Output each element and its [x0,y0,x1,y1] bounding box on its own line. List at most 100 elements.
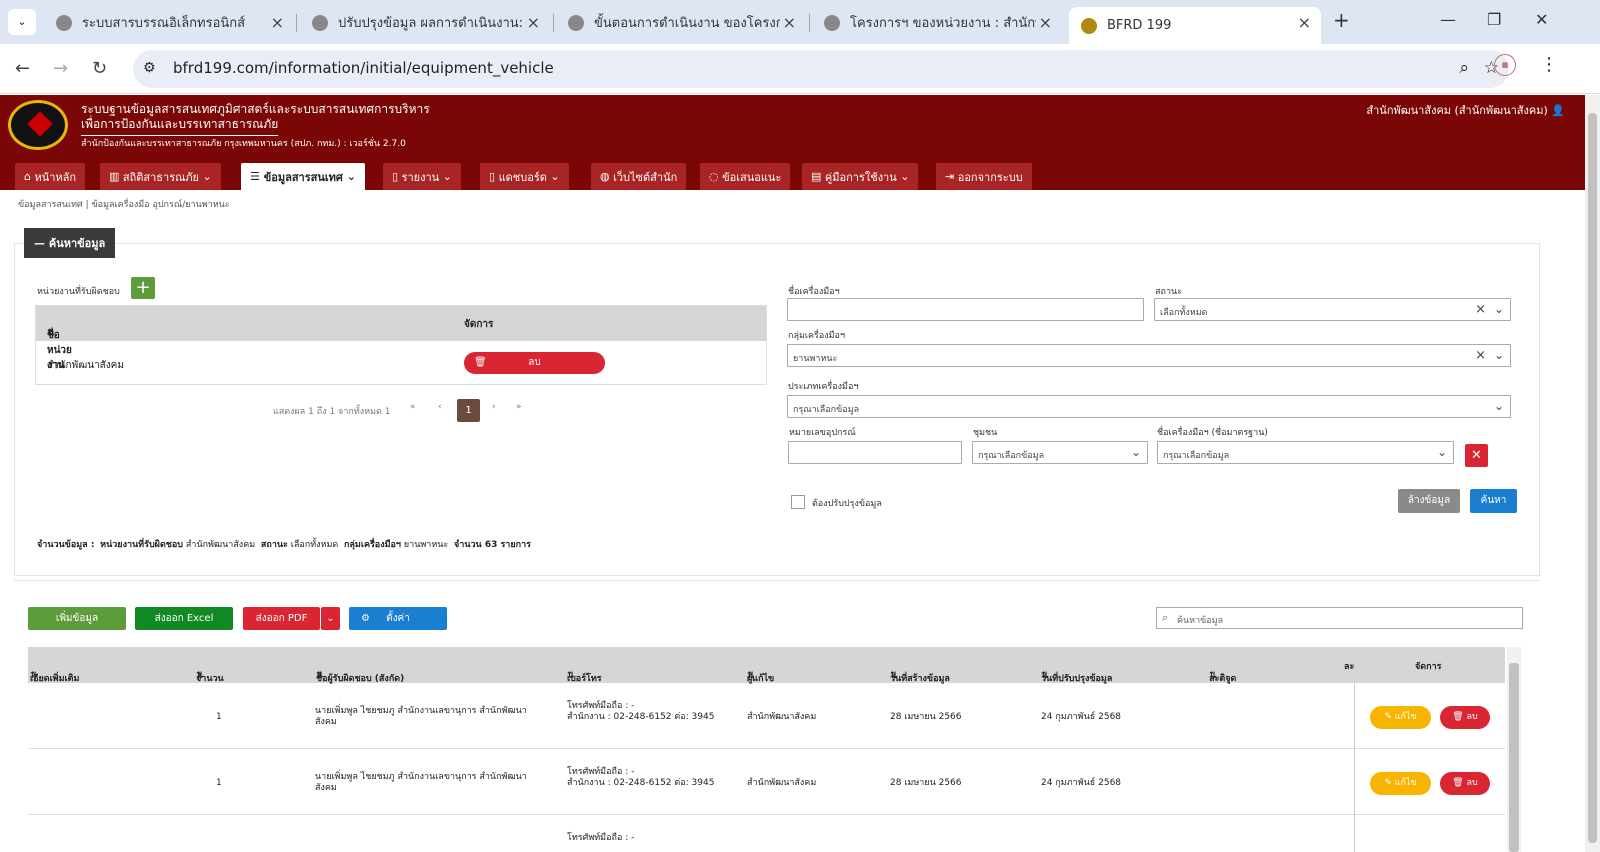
department-logo[interactable] [8,100,68,150]
url-text[interactable]: bfrd199.com/information/initial/equipmen… [173,59,554,77]
device-no-label: หมายเลขอุปกรณ์ [789,428,856,438]
delete-unit-button[interactable]: 🗑 ลบ [464,352,605,374]
export-excel-button[interactable]: ส่งออก Excel [135,607,233,630]
site-title-line2: เพื่อการป้องกันและบรรเทาสาธารณภัย [81,115,279,136]
delete-button[interactable]: 🗑 ลบ [1440,706,1490,729]
menu-feedback[interactable]: ◌ ข้อเสนอแนะ [700,163,791,190]
add-data-button[interactable]: เพิ่มข้อมูล [28,607,126,630]
browser-tab[interactable]: ระบบสารบรรณอิเล็กทรอนิกส์ × [44,7,294,38]
close-tab-icon[interactable]: × [783,13,796,32]
tab-separator [296,14,297,32]
tab-separator [809,14,810,32]
user-info[interactable]: สำนักพัฒนาสังคม (สำนักพัฒนาสังคม) 👤 [1366,101,1565,119]
url-omnibox[interactable]: ⚙ bfrd199.com/information/initial/equipm… [133,50,1509,88]
forward-icon[interactable]: → [53,58,68,79]
breadcrumb: ข้อมูลสารสนเทศ | ข้อมูลเครื่องมือ อุปกรณ… [18,200,230,210]
tool-name-input[interactable] [787,298,1144,321]
trash-icon: 🗑 [1452,778,1467,788]
last-page-icon[interactable]: » [516,402,522,412]
globe-icon [824,14,840,31]
search-toggle-button[interactable]: — ค้นหาข้อมูล [24,228,116,258]
browser-tab[interactable]: ขั้นตอนการดำเนินงาน ของโครงการ:× [556,7,806,38]
pencil-icon: ✎ [1384,712,1395,722]
minus-icon: — [34,236,49,250]
chevron-down-icon: ⌄ [1493,348,1504,362]
edit-button[interactable]: ✎ แก้ไข [1370,706,1431,729]
browser-tab[interactable]: ปรับปรุงข้อมูล ผลการดำเนินงาน: × [300,7,550,38]
clear-icon[interactable]: × [1475,348,1486,363]
menu-website[interactable]: ◍ เว็บไซต์สำนัก [591,163,687,190]
settings-button[interactable]: ⚙ ตั้งค่า [349,607,447,630]
status-select[interactable]: เลือกทั้งหมด × ⌄ [1154,298,1511,321]
type-select[interactable]: กรุณาเลือกข้อมูล ⌄ [787,395,1511,418]
menu-information[interactable]: ☰ ข้อมูลสารสนเทศ ⌄ [241,163,365,190]
user-icon: 👤 [1551,104,1565,117]
col-longitude[interactable]: ละ [1344,659,1354,673]
table-search-input[interactable]: ⌕ ค้นหาข้อมูล [1156,607,1523,629]
close-tab-icon[interactable]: × [1039,13,1052,32]
menu-reports[interactable]: ▯ รายงาน ⌄ [383,163,461,190]
update-required-checkbox[interactable] [791,495,805,509]
group-select[interactable]: ยานพาหนะ × ⌄ [787,344,1511,367]
sort-icon: ⇅ [316,671,324,681]
page-1-button[interactable]: 1 [457,399,480,422]
add-unit-button[interactable]: + [131,277,155,299]
browser-menu-icon[interactable]: ⋮ [1540,54,1558,75]
close-tab-icon[interactable]: × [1298,13,1311,32]
remove-filter-button[interactable]: ✕ [1465,444,1488,467]
sort-icon: ⇅ [567,671,575,681]
back-icon[interactable]: ← [15,58,30,79]
prev-page-icon[interactable]: ‹ [438,402,442,412]
export-pdf-button[interactable]: ส่งออก PDF [243,607,320,630]
reload-icon[interactable]: ↻ [92,58,107,79]
chevron-down-icon: ⌄ [1493,399,1504,413]
unit-table: ชื่อหน่วยงาน ⇅ จัดการ สำนักพัฒนาสังคม 🗑 ล… [35,305,767,385]
table-scrollbar[interactable] [1507,647,1521,852]
table-row: 1 นายเพิ่มพูล ไชยชมภู สำนักงานเลขานุการ … [28,684,1505,749]
chevron-down-icon: ⌄ [342,170,356,183]
table-row: 1 นายเพิ่มพูล ไชยชมภู สำนักงานเลขานุการ … [28,750,1505,815]
new-tab-icon[interactable]: + [1333,8,1350,32]
minimize-icon[interactable]: — [1440,10,1456,29]
pager-info: แสดงผล 1 ถึง 1 จากทั้งหมด 1 [273,407,391,417]
sort-icon: ⇅ [196,671,204,681]
browser-tab-active[interactable]: BFRD 199 × [1069,7,1321,44]
col-manage: จัดการ [464,319,494,330]
std-name-select[interactable]: กรุณาเลือกข้อมูล ⌄ [1157,441,1454,464]
close-tab-icon[interactable]: × [271,13,284,32]
menu-statistics[interactable]: ▥ สถิติสาธารณภัย ⌄ [100,163,221,190]
menu-manual[interactable]: ▤ คู่มือการใช้งาน ⌄ [802,163,919,190]
std-name-label: ชื่อเครื่องมือฯ (ชื่อมาตรฐาน) [1157,428,1268,438]
sort-icon: ⇅ [30,671,38,681]
edit-button[interactable]: ✎ แก้ไข [1370,772,1431,795]
tab-separator [553,14,554,32]
chevron-down-icon: ⌄ [439,170,452,183]
first-page-icon[interactable]: « [410,402,416,412]
restore-icon[interactable]: ❐ [1487,10,1501,29]
menu-logout[interactable]: ⇥ ออกจากระบบ [936,163,1032,190]
site-info-icon[interactable]: ⚙ [143,60,156,76]
close-window-icon[interactable]: ✕ [1535,10,1548,29]
search-button[interactable]: ค้นหา [1470,489,1517,513]
page-scrollbar[interactable] [1585,95,1600,852]
file-icon: ▯ [489,170,499,183]
sort-icon: ⇅ [47,328,56,339]
pdf-dropdown-chevron-icon[interactable]: ⌄ [321,607,340,630]
site-header: ระบบฐานข้อมูลสารสนเทศภูมิศาสตร์และระบบสา… [0,95,1585,190]
tab-list-button[interactable]: ⌄ [8,9,36,35]
close-tab-icon[interactable]: × [527,13,540,32]
delete-button[interactable]: 🗑 ลบ [1440,772,1490,795]
file-icon: ▯ [392,170,402,183]
menu-dashboard[interactable]: ▯ แดชบอร์ด ⌄ [480,163,569,190]
clear-icon[interactable]: × [1475,302,1486,317]
device-no-input[interactable] [788,441,962,464]
extension-icon[interactable]: ▦ [1494,54,1516,76]
zoom-icon[interactable]: ⌕ [1459,58,1469,78]
clear-button[interactable]: ล้างข้อมูล [1398,489,1460,513]
community-select[interactable]: กรุณาเลือกข้อมูล ⌄ [972,441,1148,464]
browser-tab[interactable]: โครงการฯ ของหน่วยงาน : สำนักพัฒ × [812,7,1062,38]
column-divider [1354,683,1355,852]
gear-icon: ⚙ [361,613,370,624]
menu-home[interactable]: ⌂ หน้าหลัก [15,163,86,190]
next-page-icon[interactable]: › [492,402,496,412]
